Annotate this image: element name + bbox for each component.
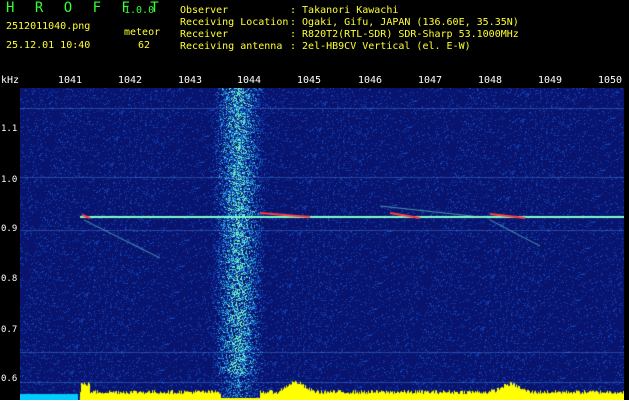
x-tick-1049: 1049 xyxy=(538,75,563,86)
observer-label: Observer xyxy=(180,5,229,16)
date-time: 25.12.01 10:40 xyxy=(6,40,91,51)
observer-value: : Takanori Kawachi xyxy=(290,5,399,16)
meteor-count: 62 xyxy=(138,40,151,51)
x-tick-1044: 1044 xyxy=(237,75,262,86)
y-tick-0-8: 0.8 xyxy=(1,274,18,284)
receiver-label: Receiver xyxy=(180,29,229,40)
file-name: 2512011040.png xyxy=(6,21,91,32)
y-tick-1-0: 1.0 xyxy=(1,175,18,185)
app-version: 1.0.0 xyxy=(124,5,155,16)
y-tick-0-7: 0.7 xyxy=(1,325,18,335)
y-tick-0-6: 0.6 xyxy=(1,374,18,384)
right-border xyxy=(624,88,629,400)
location-value: : Ogaki, Gifu, JAPAN (136.60E, 35.35N) xyxy=(290,17,519,28)
antenna-label: Receiving antenna xyxy=(180,41,283,52)
receiver-value: : R820T2(RTL-SDR) SDR-Sharp 53.1000MHz xyxy=(290,29,519,40)
y-tick-1-1: 1.1 xyxy=(1,124,18,134)
y-tick-0-9: 0.9 xyxy=(1,224,18,234)
x-tick-1043: 1043 xyxy=(178,75,203,86)
x-tick-1046: 1046 xyxy=(358,75,383,86)
header-panel: H R O F F T 1.0.0 2512011040.png meteor … xyxy=(0,0,629,74)
x-tick-1045: 1045 xyxy=(297,75,322,86)
x-tick-1048: 1048 xyxy=(478,75,503,86)
y-axis-strip xyxy=(0,88,20,400)
mode-label: meteor xyxy=(124,27,161,38)
antenna-value: : 2el-HB9CV Vertical (el. E-W) xyxy=(290,41,471,52)
location-label: Receiving Location xyxy=(180,17,289,28)
x-tick-1047: 1047 xyxy=(418,75,443,86)
x-tick-1042: 1042 xyxy=(118,75,143,86)
spectrogram-canvas xyxy=(20,88,624,400)
y-unit-label: kHz xyxy=(1,75,20,86)
x-tick-1050: 1050 xyxy=(598,75,623,86)
x-tick-1041: 1041 xyxy=(58,75,83,86)
